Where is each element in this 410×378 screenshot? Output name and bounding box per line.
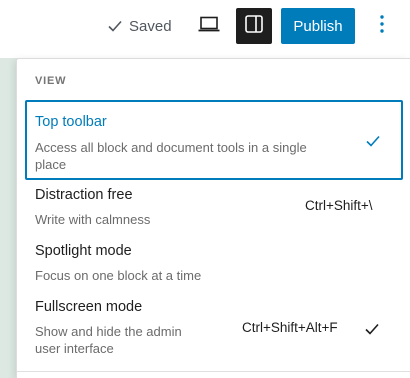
menu-item-title: Top toolbar bbox=[35, 114, 107, 130]
vertical-ellipsis-icon bbox=[379, 14, 385, 39]
editor-header: Saved Publish bbox=[0, 0, 410, 52]
saved-status: Saved bbox=[108, 16, 172, 36]
sidebar-toggle-icon bbox=[244, 14, 264, 39]
description-line: Access all block and document tools in a… bbox=[35, 140, 307, 155]
check-icon bbox=[366, 134, 380, 152]
menu-item-description: Write with calmness bbox=[35, 211, 150, 228]
saved-label: Saved bbox=[129, 17, 172, 35]
preview-button[interactable] bbox=[196, 14, 222, 38]
description-line: Show and hide the admin bbox=[35, 324, 182, 339]
view-options-menu: VIEW Top toolbar Access all block and do… bbox=[16, 58, 410, 378]
menu-item-description: Show and hide the admin user interface bbox=[35, 323, 182, 357]
check-icon bbox=[108, 20, 122, 32]
publish-button[interactable]: Publish bbox=[281, 8, 355, 44]
check-icon bbox=[365, 322, 379, 340]
menu-item-spotlight-mode[interactable]: Spotlight mode Focus on one block at a t… bbox=[25, 239, 403, 289]
menu-item-title: Distraction free bbox=[35, 187, 133, 203]
options-button[interactable] bbox=[370, 12, 394, 40]
description-line: Write with calmness bbox=[35, 212, 151, 227]
description-line: Focus on one block at a time bbox=[35, 268, 202, 283]
menu-item-distraction-free[interactable]: Distraction free Write with calmness Ctr… bbox=[25, 183, 403, 233]
menu-item-title: Fullscreen mode bbox=[35, 299, 143, 315]
menu-item-description: Access all block and document tools in a… bbox=[35, 139, 307, 173]
description-line: place bbox=[35, 157, 67, 172]
menu-heading: VIEW bbox=[35, 75, 67, 87]
menu-item-top-toolbar[interactable]: Top toolbar Access all block and documen… bbox=[25, 100, 403, 180]
menu-divider bbox=[17, 371, 410, 372]
keyboard-shortcut: Ctrl+Shift+\ bbox=[305, 198, 373, 213]
menu-item-fullscreen-mode[interactable]: Fullscreen mode Show and hide the admin … bbox=[25, 295, 403, 363]
laptop-icon bbox=[198, 16, 220, 37]
menu-item-description: Focus on one block at a time bbox=[35, 267, 201, 284]
keyboard-shortcut: Ctrl+Shift+Alt+F bbox=[242, 320, 338, 335]
description-line: user interface bbox=[35, 341, 114, 356]
menu-item-title: Spotlight mode bbox=[35, 243, 132, 259]
settings-button[interactable] bbox=[236, 8, 272, 44]
